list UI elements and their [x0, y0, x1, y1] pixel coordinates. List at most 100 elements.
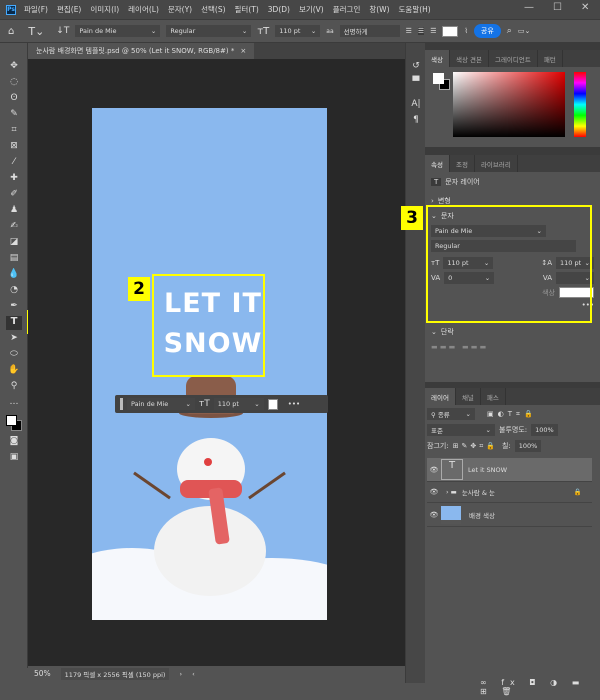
- menu-window[interactable]: 창(W): [369, 4, 389, 15]
- tab-layers[interactable]: 레이어: [425, 388, 456, 405]
- menu-3d[interactable]: 3D(D): [268, 5, 290, 14]
- quick-mask-icon[interactable]: ◙: [6, 436, 22, 450]
- menu-edit[interactable]: 편집(E): [57, 4, 81, 15]
- ctx-size-select[interactable]: 110 pt ⌄: [213, 398, 264, 410]
- blend-mode-select[interactable]: 표준 ⌄: [427, 424, 495, 436]
- healing-tool-icon[interactable]: ✚: [6, 173, 22, 187]
- more-options-button[interactable]: •••: [288, 400, 300, 408]
- close-icon[interactable]: ✕: [581, 2, 589, 13]
- tab-patterns[interactable]: 패턴: [538, 50, 563, 67]
- maximize-icon[interactable]: ☐: [553, 2, 562, 13]
- tab-adjustments[interactable]: 조정: [450, 155, 475, 172]
- menu-plugins[interactable]: 플러그인: [333, 4, 361, 15]
- text-orientation-icon[interactable]: ↓T: [56, 26, 69, 36]
- move-tool-icon[interactable]: ✥: [6, 61, 22, 75]
- eraser-tool-icon[interactable]: ◪: [6, 237, 22, 251]
- align-center-icon[interactable]: ☰: [417, 27, 425, 35]
- document-tab[interactable]: 눈사람 배경화면 템플릿.psd @ 50% (Let it SNOW, RGB…: [28, 43, 255, 59]
- layer-row[interactable]: 👁 › ▬ 눈사람 & 눈 🔒: [427, 482, 592, 503]
- eyedropper-tool-icon[interactable]: ⁄: [6, 157, 22, 171]
- canvas-area[interactable]: LET IT SNOW 2 Pain de Mie ⌄ ᴛT 110 pt ⌄ ••…: [28, 59, 405, 666]
- comments-icon[interactable]: ▀: [408, 77, 424, 91]
- tab-properties[interactable]: 속성: [425, 155, 450, 172]
- tab-channels[interactable]: 채널: [456, 388, 481, 405]
- color-field[interactable]: [453, 72, 565, 137]
- shape-tool-icon[interactable]: ⬭: [6, 349, 22, 363]
- fill-field[interactable]: 100%: [514, 440, 542, 452]
- font-family-select[interactable]: Pain de Mie ⌄: [75, 25, 161, 37]
- antialias-select[interactable]: 선명하게: [339, 25, 400, 37]
- align-left-icon[interactable]: ☰: [406, 27, 412, 35]
- tab-swatches[interactable]: 색상 견본: [450, 50, 489, 67]
- minimize-icon[interactable]: —: [524, 2, 534, 13]
- history-brush-icon[interactable]: ✍: [6, 221, 22, 235]
- crop-tool-icon[interactable]: ⌗: [6, 125, 22, 139]
- align-right-icon[interactable]: ☰: [430, 27, 436, 35]
- drag-handle[interactable]: [120, 398, 123, 410]
- menu-select[interactable]: 선택(S): [201, 4, 225, 15]
- gradient-tool-icon[interactable]: ▤: [6, 253, 22, 267]
- blur-tool-icon[interactable]: 💧: [6, 269, 22, 283]
- paragraph-align-buttons[interactable]: ▬ ▬ ▬ ▬ ▬ ▬: [431, 343, 594, 351]
- opacity-field[interactable]: 100%: [531, 424, 558, 436]
- share-button[interactable]: 공유: [473, 24, 501, 38]
- tab-libraries[interactable]: 라이브러리: [475, 155, 518, 172]
- tab-gradients[interactable]: 그레이디언트: [489, 50, 538, 67]
- scroll-left-icon[interactable]: ‹: [192, 670, 195, 678]
- brush-tool-icon[interactable]: ✐: [6, 189, 22, 203]
- fg-color-swatch[interactable]: [433, 73, 444, 84]
- lock-icons[interactable]: ⊞✎✥⌗🔒: [453, 442, 498, 451]
- hand-tool-icon[interactable]: ✋: [6, 365, 22, 379]
- callout-2: 2: [128, 277, 150, 301]
- layer-row[interactable]: 👁 T Let it SNOW: [427, 458, 592, 482]
- marquee-tool-icon[interactable]: ◌: [6, 77, 22, 91]
- search-icon[interactable]: ⌕: [507, 26, 512, 36]
- type-tool-preset-icon[interactable]: T⌄: [28, 25, 44, 38]
- visibility-eye-icon[interactable]: 👁: [427, 488, 441, 496]
- font-style-value: Regular: [170, 27, 196, 35]
- layer-row[interactable]: 👁 배경 색상: [427, 503, 592, 527]
- dodge-tool-icon[interactable]: ◔: [6, 285, 22, 299]
- tab-paths[interactable]: 패스: [481, 388, 506, 405]
- menu-image[interactable]: 이미지(I): [90, 4, 119, 15]
- filter-icons[interactable]: ▣◐T⌗🔒: [487, 410, 537, 419]
- paragraph-panel-icon[interactable]: ¶: [408, 115, 424, 129]
- layer-actions[interactable]: ∞ fx ◘ ◑ ▬ ⊞ 🗑: [480, 678, 600, 696]
- ctx-color-swatch[interactable]: [267, 398, 278, 410]
- font-style-select[interactable]: Regular ⌄: [166, 25, 252, 37]
- history-icon[interactable]: ↺: [408, 61, 424, 75]
- menu-help[interactable]: 도움말(H): [399, 4, 431, 15]
- visibility-eye-icon[interactable]: 👁: [427, 511, 441, 519]
- more-tools-icon[interactable]: …: [6, 397, 22, 411]
- font-size-select[interactable]: 110 pt ⌄: [275, 25, 321, 37]
- warp-text-icon[interactable]: ⌇: [464, 27, 467, 35]
- screen-mode-icon[interactable]: ▣: [6, 452, 22, 466]
- foreground-color[interactable]: [6, 415, 17, 426]
- character-panel-icon[interactable]: A|: [408, 99, 424, 113]
- path-select-tool-icon[interactable]: ➤: [6, 333, 22, 347]
- menu-file[interactable]: 파일(F): [24, 4, 48, 15]
- stamp-tool-icon[interactable]: ♟: [6, 205, 22, 219]
- type-tool-icon[interactable]: T: [6, 316, 22, 330]
- zoom-tool-icon[interactable]: ⚲: [6, 381, 22, 395]
- hue-slider[interactable]: [574, 72, 586, 137]
- ctx-font-select[interactable]: Pain de Mie ⌄: [127, 398, 195, 410]
- menu-type[interactable]: 문자(Y): [168, 4, 192, 15]
- quick-select-tool-icon[interactable]: ✎: [6, 109, 22, 123]
- frame-tool-icon[interactable]: ⊠: [6, 141, 22, 155]
- paragraph-section[interactable]: 단락: [441, 327, 454, 337]
- close-tab-icon[interactable]: ×: [240, 47, 246, 55]
- text-color-swatch[interactable]: [442, 25, 459, 37]
- workspace-icon[interactable]: ▭⌄: [518, 27, 530, 35]
- menu-view[interactable]: 보기(V): [299, 4, 324, 15]
- status-expand-icon[interactable]: ›: [179, 670, 182, 678]
- zoom-level[interactable]: 50%: [34, 669, 51, 678]
- tab-color[interactable]: 색상: [425, 50, 450, 67]
- pen-tool-icon[interactable]: ✒: [6, 301, 22, 315]
- visibility-eye-icon[interactable]: 👁: [427, 466, 441, 474]
- menu-layer[interactable]: 레이어(L): [128, 4, 159, 15]
- layer-filter-select[interactable]: ⚲ 종류 ⌄: [427, 408, 475, 420]
- menu-filter[interactable]: 필터(T): [235, 4, 259, 15]
- lasso-tool-icon[interactable]: ʘ: [6, 93, 22, 107]
- home-icon[interactable]: ⌂: [8, 26, 14, 37]
